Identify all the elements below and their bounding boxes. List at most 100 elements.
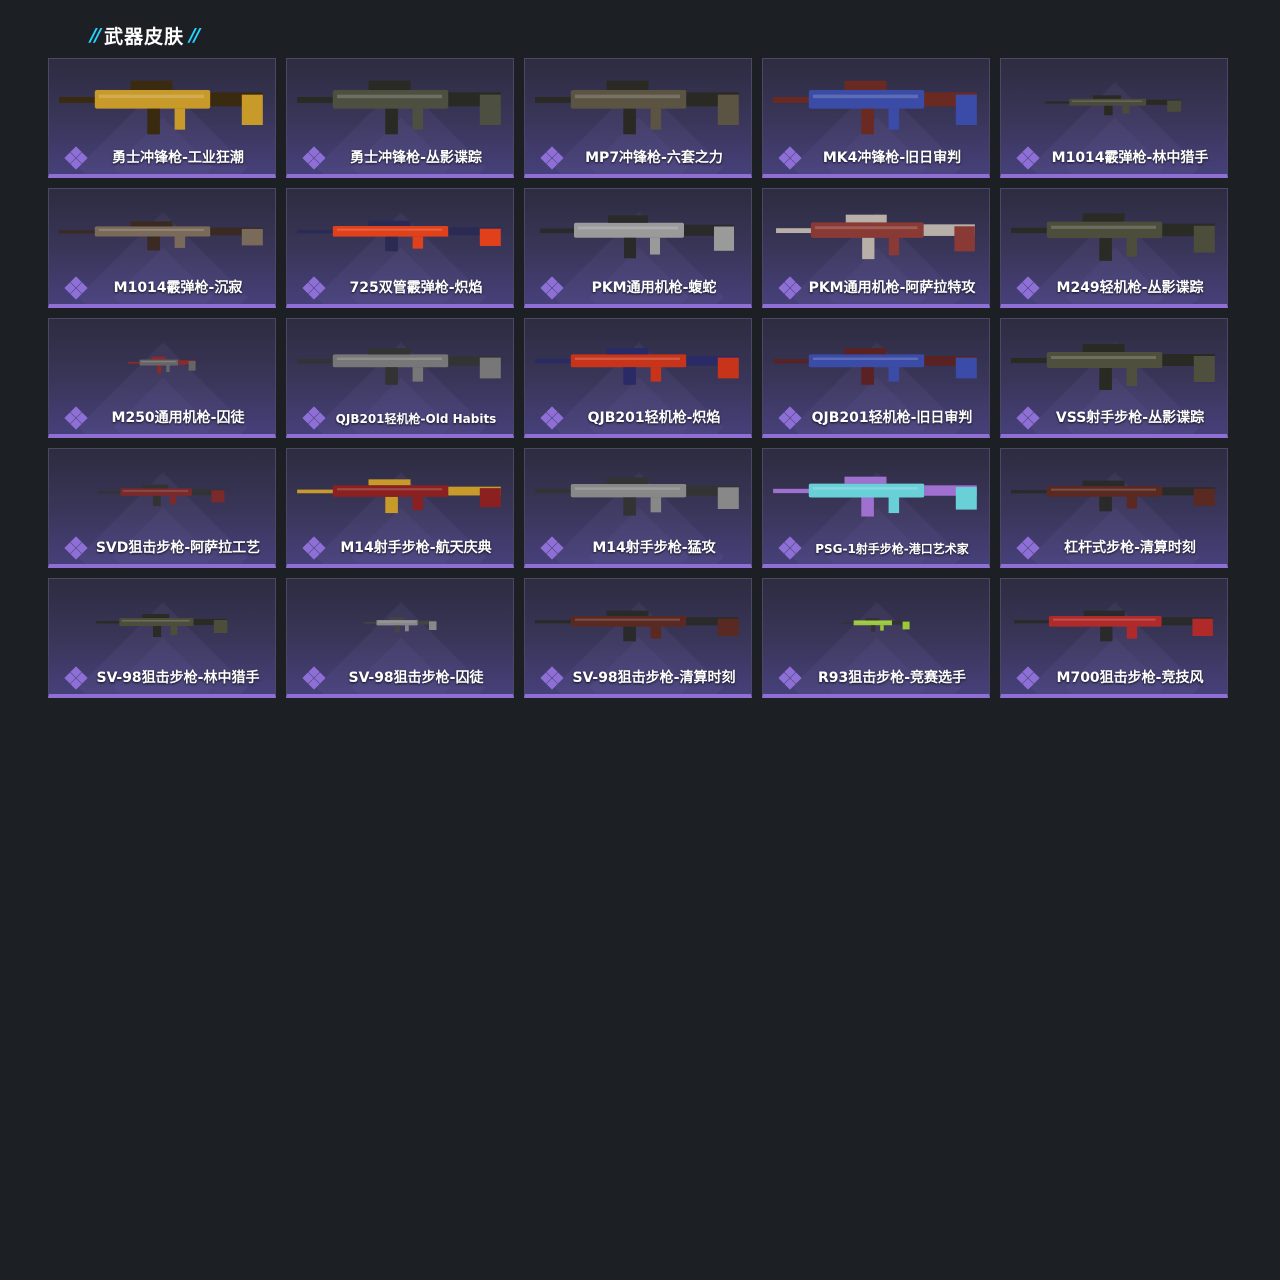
rarity-diamond-icon (1016, 666, 1040, 690)
skin-card[interactable]: PKM通用机枪-阿萨拉特攻 (762, 188, 990, 308)
lmg-grey-icon (297, 348, 501, 385)
skin-name: 杠杆式步枪-清算时刻 (1064, 540, 1196, 556)
skin-name: M700狙击步枪-竞技风 (1056, 670, 1204, 686)
rarity-diamond-icon (540, 666, 564, 690)
skin-card[interactable]: 勇士冲锋枪-工业狂潮 (48, 58, 276, 178)
smg-camo-icon (297, 80, 501, 135)
mg-small-icon (127, 356, 196, 374)
skin-name: M14射手步枪-猛攻 (592, 540, 716, 556)
rarity-diamond-icon (778, 406, 802, 430)
skin-card[interactable]: PKM通用机枪-蝮蛇 (524, 188, 752, 308)
skin-card[interactable]: M1014霰弹枪-沉寂 (48, 188, 276, 308)
mg-snake-icon (540, 215, 734, 259)
weapon-image (49, 455, 275, 533)
skin-name: SV-98狙击步枪-林中猎手 (96, 670, 260, 686)
rarity-diamond-icon (64, 276, 88, 300)
shotgun-flame-icon (297, 220, 501, 252)
weapon-image (1001, 195, 1227, 273)
skin-name: PKM通用机枪-阿萨拉特攻 (808, 280, 976, 296)
skin-card[interactable]: R93狙击步枪-竞赛选手 (762, 578, 990, 698)
skin-name: M249轻机枪-丛影谍踪 (1056, 280, 1204, 296)
lever-wood-icon (1011, 480, 1215, 512)
skin-name: M1014霰弹枪-林中猎手 (1051, 150, 1209, 166)
weapon-image (49, 65, 275, 143)
skin-name: PSG-1射手步枪-港口艺术家 (815, 542, 969, 556)
skin-card[interactable]: VSS射手步枪-丛影谍踪 (1000, 318, 1228, 438)
weapon-image (1001, 585, 1227, 663)
rarity-diamond-icon (540, 536, 564, 560)
skin-card[interactable]: SVD狙击步枪-阿萨拉工艺 (48, 448, 276, 568)
rarity-diamond-icon (64, 146, 88, 170)
skin-card[interactable]: MP7冲锋枪-六套之力 (524, 58, 752, 178)
rarity-diamond-icon (1016, 406, 1040, 430)
shotgun-camo-icon (1045, 95, 1182, 116)
mg-red-icon (775, 214, 975, 260)
skin-name: R93狙击步枪-竞赛选手 (817, 670, 967, 686)
skin-name: PKM通用机枪-蝮蛇 (591, 280, 717, 296)
weapon-image (1001, 455, 1227, 533)
skin-card[interactable]: QJB201轻机枪-旧日审判 (762, 318, 990, 438)
rarity-diamond-icon (778, 666, 802, 690)
dmr-red-icon (297, 479, 501, 514)
skin-card[interactable]: 杠杆式步枪-清算时刻 (1000, 448, 1228, 568)
skin-name: M1014霰弹枪-沉寂 (113, 280, 243, 296)
skin-card[interactable]: SV-98狙击步枪-囚徒 (286, 578, 514, 698)
skin-card[interactable]: 勇士冲锋枪-丛影谍踪 (286, 58, 514, 178)
skin-card[interactable]: QJB201轻机枪-炽焰 (524, 318, 752, 438)
title-slash-left: // (90, 25, 101, 46)
weapon-image (763, 195, 989, 273)
skin-card[interactable]: SV-98狙击步枪-清算时刻 (524, 578, 752, 698)
skin-card[interactable]: M250通用机枪-囚徒 (48, 318, 276, 438)
skin-card[interactable]: 725双管霰弹枪-炽焰 (286, 188, 514, 308)
skin-name: SV-98狙击步枪-清算时刻 (572, 670, 736, 686)
weapon-image (1001, 65, 1227, 143)
skin-card[interactable]: M14射手步枪-航天庆典 (286, 448, 514, 568)
mg-camo-icon (1011, 213, 1215, 261)
rarity-diamond-icon (302, 666, 326, 690)
weapon-image (287, 585, 513, 663)
skin-card[interactable]: M700狙击步枪-竞技风 (1000, 578, 1228, 698)
sniper-camo-icon (95, 614, 227, 637)
skin-card[interactable]: M1014霰弹枪-林中猎手 (1000, 58, 1228, 178)
sniper-small-icon (363, 617, 436, 633)
lmg-blue-icon (773, 348, 977, 385)
skin-name: QJB201轻机枪-Old Habits (335, 412, 497, 426)
skin-name: MK4冲锋枪-旧日审判 (822, 150, 962, 166)
skin-card[interactable]: QJB201轻机枪-Old Habits (286, 318, 514, 438)
dmr-grey-icon (535, 477, 739, 516)
skin-name: 725双管霰弹枪-炽焰 (349, 280, 483, 296)
weapon-image (1001, 325, 1227, 403)
lmg-flame-icon (535, 348, 739, 385)
weapon-image (525, 455, 751, 533)
weapon-image (287, 195, 513, 273)
skin-card[interactable]: M14射手步枪-猛攻 (524, 448, 752, 568)
section-title: // 武器皮肤 // (90, 22, 200, 49)
weapon-image (525, 585, 751, 663)
rarity-diamond-icon (302, 146, 326, 170)
smg-gold-icon (59, 80, 263, 135)
skin-name: VSS射手步枪-丛影谍踪 (1055, 410, 1205, 426)
rarity-diamond-icon (540, 146, 564, 170)
weapon-image (49, 195, 275, 273)
rarity-diamond-icon (1016, 536, 1040, 560)
sniper-wood-icon (535, 610, 739, 642)
skin-card[interactable]: SV-98狙击步枪-林中猎手 (48, 578, 276, 698)
rarity-diamond-icon (1016, 146, 1040, 170)
title-slash-right: // (189, 25, 200, 46)
weapon-image (525, 325, 751, 403)
shotgun-wood-icon (59, 221, 263, 251)
skin-name: MP7冲锋枪-六套之力 (585, 150, 723, 166)
sniper-red-icon (1013, 610, 1213, 642)
weapon-image (763, 325, 989, 403)
skin-card[interactable]: M249轻机枪-丛影谍踪 (1000, 188, 1228, 308)
smg-camo-icon (535, 80, 739, 135)
rarity-diamond-icon (64, 666, 88, 690)
rarity-diamond-icon (302, 276, 326, 300)
dmr-art-icon (773, 476, 977, 517)
rarity-diamond-icon (302, 406, 326, 430)
skin-card[interactable]: MK4冲锋枪-旧日审判 (762, 58, 990, 178)
skin-card[interactable]: PSG-1射手步枪-港口艺术家 (762, 448, 990, 568)
rarity-diamond-icon (778, 536, 802, 560)
skin-name: M14射手步枪-航天庆典 (340, 540, 492, 556)
skin-name: 勇士冲锋枪-丛影谍踪 (350, 150, 482, 166)
